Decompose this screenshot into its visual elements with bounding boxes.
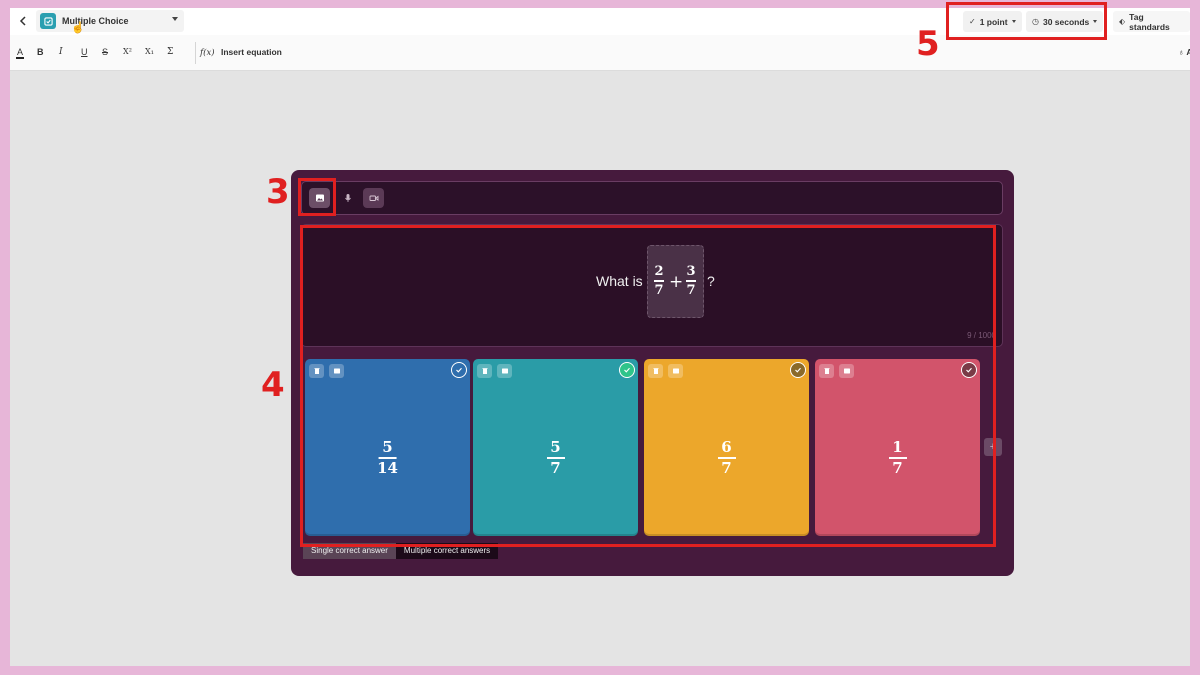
question-editor: What is 2 7 + 3 7 ? 9 / 1000 5 14 5 7 6 …: [291, 170, 1014, 576]
media-toolbar: [301, 181, 1003, 215]
truncated-toolbar-label: Ac: [1186, 47, 1190, 57]
time-select[interactable]: ◷ 30 seconds: [1026, 11, 1104, 32]
underline-button[interactable]: U: [81, 47, 88, 57]
plus-icon: +: [989, 441, 997, 453]
delete-icon[interactable]: [648, 364, 663, 378]
fraction-denominator: 7: [550, 458, 561, 477]
subscript-button[interactable]: X₁: [145, 47, 154, 56]
image-icon[interactable]: [839, 364, 854, 378]
video-icon: [369, 195, 378, 201]
mark-correct-check-icon[interactable]: [790, 362, 806, 378]
chevron-down-icon: [1093, 20, 1098, 23]
add-image-button[interactable]: [309, 188, 330, 208]
multiple-correct-answers-button[interactable]: Multiple correct answers: [395, 543, 499, 559]
delete-icon[interactable]: [309, 364, 324, 378]
add-answer-button[interactable]: +: [984, 438, 1002, 456]
annotation-label-5: 5: [916, 24, 940, 64]
italic-button[interactable]: I: [59, 47, 63, 57]
back-button[interactable]: [14, 12, 32, 30]
multiple-choice-icon: [40, 13, 56, 29]
sigma-button[interactable]: Σ: [167, 47, 173, 57]
superscript-button[interactable]: X²: [123, 47, 132, 56]
strikethrough-button[interactable]: S: [102, 47, 108, 57]
mark-correct-check-icon[interactable]: [451, 362, 467, 378]
insert-equation-button[interactable]: f(x) Insert equation: [200, 47, 282, 58]
add-audio-button[interactable]: [337, 188, 358, 208]
time-label: 30 seconds: [1042, 16, 1090, 27]
question-suffix: ?: [707, 273, 715, 289]
fraction-term-2: 3 7: [686, 264, 696, 298]
question-input[interactable]: What is 2 7 + 3 7 ? 9 / 1000: [301, 224, 1003, 347]
tag-standards-label: Tag standards: [1129, 11, 1170, 32]
fraction-term-1: 2 7: [654, 264, 664, 298]
answer-option-4[interactable]: 1 7: [815, 359, 980, 536]
image-icon[interactable]: [497, 364, 512, 378]
delete-icon[interactable]: [819, 364, 834, 378]
annotation-label-4: 4: [261, 365, 285, 405]
fraction-numerator: 5: [550, 438, 561, 456]
question-prefix: What is: [596, 273, 643, 289]
fraction-denominator: 14: [377, 458, 398, 477]
text-color-button[interactable]: A: [16, 47, 25, 59]
image-icon[interactable]: [329, 364, 344, 378]
mark-correct-check-icon[interactable]: [619, 362, 635, 378]
function-icon: f(x): [200, 48, 215, 58]
top-bar: Multiple Choice ☝ ✓ 1 point ◷ 30 seconds…: [10, 8, 1190, 35]
image-icon: [315, 194, 324, 202]
fraction-numerator: 6: [721, 438, 732, 456]
microphone-icon: [344, 194, 351, 202]
question-type-select[interactable]: Multiple Choice: [36, 10, 184, 32]
toolbar-divider: [195, 42, 196, 64]
equation-block[interactable]: 2 7 + 3 7: [647, 245, 704, 318]
single-correct-answer-button[interactable]: Single correct answer: [303, 543, 396, 559]
tag-icon: ⬖: [1119, 17, 1126, 26]
answer-fraction: 6 7: [717, 438, 736, 477]
answer-option-3[interactable]: 6 7: [644, 359, 809, 536]
add-video-button[interactable]: [363, 188, 384, 208]
plus-operator: +: [669, 272, 684, 292]
bold-button[interactable]: B: [37, 47, 44, 57]
insert-equation-label: Insert equation: [220, 47, 282, 57]
answer-options: 5 14 5 7 6 7 1 7: [305, 359, 1005, 537]
tag-standards-button[interactable]: ⬖ Tag standards: [1113, 11, 1190, 32]
answer-fraction: 5 7: [546, 438, 565, 477]
answer-fraction: 1 7: [888, 438, 907, 477]
clock-icon: ◷: [1032, 17, 1039, 26]
answer-fraction: 5 14: [377, 439, 398, 477]
delete-icon[interactable]: [477, 364, 492, 378]
fraction-denominator: 7: [721, 458, 732, 477]
answer-mode-toggle: Single correct answer Multiple correct a…: [303, 543, 499, 559]
image-icon[interactable]: [668, 364, 683, 378]
character-counter: 9 / 1000: [967, 331, 996, 340]
points-select[interactable]: ✓ 1 point: [963, 11, 1022, 32]
fraction-denominator: 7: [654, 282, 664, 298]
fraction-denominator: 7: [892, 458, 903, 477]
answer-option-1[interactable]: 5 14: [305, 359, 470, 536]
chevron-down-icon: [1011, 20, 1016, 23]
fraction-numerator: 5: [382, 438, 393, 456]
points-label: 1 point: [979, 16, 1008, 27]
fraction-bar: [686, 280, 696, 282]
chevron-down-icon: [172, 17, 178, 21]
check-icon: ✓: [969, 17, 976, 26]
mark-correct-check-icon[interactable]: [961, 362, 977, 378]
fraction-bar: [654, 280, 664, 282]
hand-cursor-icon: ☝: [71, 22, 85, 34]
format-toolbar: A B I U S X² X₁ Σ f(x) Insert equation ♁…: [10, 35, 1190, 71]
annotation-label-3: 3: [266, 172, 290, 212]
fraction-numerator: 2: [654, 264, 664, 279]
answer-option-2[interactable]: 5 7: [473, 359, 638, 536]
fraction-denominator: 7: [686, 282, 696, 298]
fraction-numerator: 3: [686, 264, 696, 279]
lightbulb-icon[interactable]: ♁ Ac: [1178, 47, 1190, 57]
fraction-numerator: 1: [892, 438, 903, 456]
